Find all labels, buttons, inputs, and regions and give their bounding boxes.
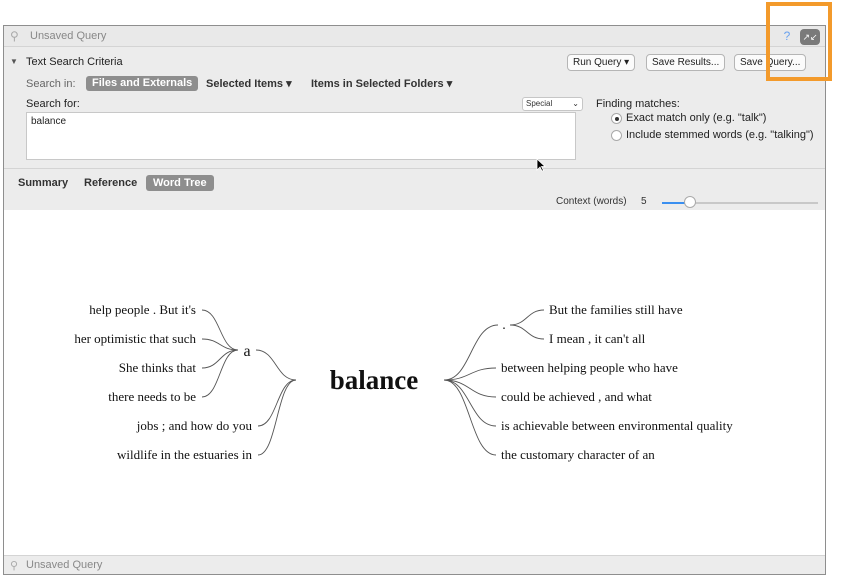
left-join-word-a: a xyxy=(243,343,250,360)
title-bar: ⚲ Unsaved Query ? ↗↙ xyxy=(4,26,825,47)
exact-match-label: Exact match only (e.g. "talk") xyxy=(626,112,767,124)
right-phrase: between helping people who have xyxy=(501,360,678,375)
left-branch-line xyxy=(201,349,239,369)
context-words-value: 5 xyxy=(641,196,647,207)
left-phrase: her optimistic that such xyxy=(74,331,196,346)
period-branch-line xyxy=(509,324,545,340)
search-query-input[interactable]: balance xyxy=(26,112,576,160)
special-label: Special xyxy=(526,99,553,108)
left-phrase: help people . But it's xyxy=(89,302,196,317)
scope-selected-items-label: Selected Items xyxy=(206,78,284,90)
scope-selected-items[interactable]: Selected Items ▾ xyxy=(206,77,292,90)
period-branch-line xyxy=(509,309,545,326)
status-bar: ⚲ Unsaved Query xyxy=(4,555,825,574)
save-results-button[interactable]: Save Results... xyxy=(646,54,726,71)
right-phrase: the customary character of an xyxy=(501,447,655,462)
context-slider-knob[interactable] xyxy=(684,196,696,208)
right-phrase: could be achieved , and what xyxy=(501,389,652,404)
left-direct-branch-line xyxy=(257,379,297,456)
left-phrase: She thinks that xyxy=(119,360,197,375)
right-phrase: is achievable between environmental qual… xyxy=(501,418,733,433)
stemmed-words-radio[interactable] xyxy=(611,130,622,141)
results-tabs-bar: Summary Reference Word Tree Context (wor… xyxy=(4,168,825,211)
run-query-button[interactable]: Run Query ▾ xyxy=(567,54,636,71)
scope-files-and-externals[interactable]: Files and Externals xyxy=(86,76,199,91)
tab-reference[interactable]: Reference xyxy=(84,177,137,189)
search-in-label: Search in: xyxy=(26,78,76,90)
tab-summary[interactable]: Summary xyxy=(18,177,68,189)
right-join-period: . xyxy=(502,318,506,333)
right-direct-branch-line xyxy=(443,379,497,456)
query-wand-icon-footer: ⚲ xyxy=(10,560,19,572)
scope-items-in-selected-folders[interactable]: Items in Selected Folders ▾ xyxy=(311,77,452,90)
criteria-title: Text Search Criteria xyxy=(26,56,123,68)
query-wand-icon: ⚲ xyxy=(10,29,19,43)
context-slider-track[interactable] xyxy=(690,202,818,204)
right-phrase: But the families still have xyxy=(549,302,683,317)
tab-word-tree[interactable]: Word Tree xyxy=(146,175,214,191)
finding-matches-label: Finding matches: xyxy=(596,98,680,110)
mouse-cursor-icon xyxy=(536,158,546,172)
focus-highlight-box xyxy=(766,2,832,81)
word-tree-svg: balance a help people . But it's her optimi… xyxy=(74,302,733,462)
word-tree-canvas: balance a help people . But it's her optimi… xyxy=(4,210,825,556)
left-phrase: jobs ; and how do you xyxy=(136,418,253,433)
exact-match-radio[interactable] xyxy=(611,113,622,124)
context-words-label: Context (words) xyxy=(556,196,627,207)
special-dropdown[interactable]: Special ⌄ xyxy=(522,97,583,111)
search-for-label: Search for: xyxy=(26,98,80,110)
keyword-balance: balance xyxy=(330,365,419,395)
disclosure-triangle-icon[interactable]: ▼ xyxy=(10,57,18,66)
search-criteria-panel: ▼ Text Search Criteria Run Query ▾ Save … xyxy=(4,47,825,167)
keyword-to-period-branch xyxy=(443,324,499,381)
stemmed-words-label: Include stemmed words (e.g. "talking") xyxy=(626,129,814,141)
footer-title: Unsaved Query xyxy=(26,559,103,571)
window-title: Unsaved Query xyxy=(30,30,107,42)
left-phrase: wildlife in the estuaries in xyxy=(117,447,253,462)
left-phrase: there needs to be xyxy=(108,389,196,404)
scope-folders-label: Items in Selected Folders xyxy=(311,78,444,90)
query-window: ⚲ Unsaved Query ? ↗↙ ▼ Text Search Crite… xyxy=(3,25,826,575)
left-branch-line xyxy=(201,349,239,398)
run-query-label: Run Query xyxy=(573,57,622,68)
right-phrase: I mean , it can't all xyxy=(549,331,646,346)
a-to-keyword-branch xyxy=(255,349,297,381)
right-direct-branch-line xyxy=(443,379,497,427)
